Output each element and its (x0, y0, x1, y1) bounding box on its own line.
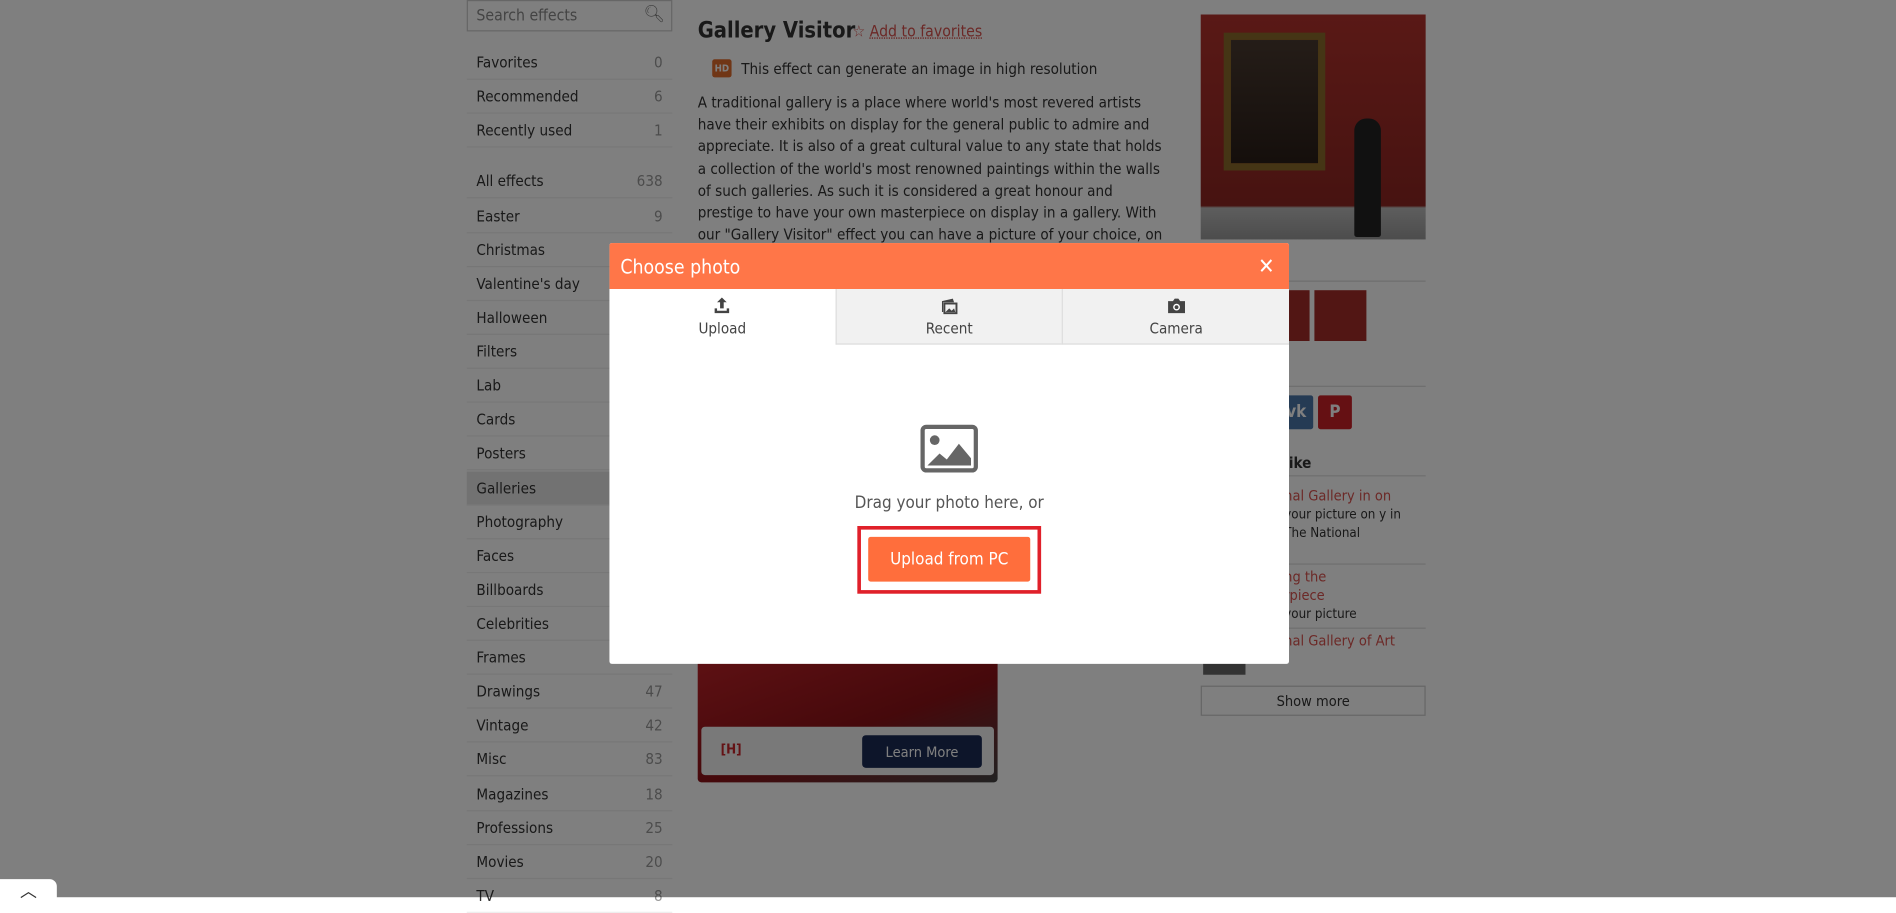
source-tabs: Upload Recent Camera (609, 288, 1290, 345)
chevron-up-icon: ︿ (19, 882, 37, 903)
image-placeholder-icon (920, 424, 978, 473)
recent-photos-icon (941, 298, 958, 314)
page: Search effects 🔍︎ Favorites0Recommended6… (0, 0, 1896, 913)
drag-drop-hint[interactable]: Drag your photo here, or (609, 493, 1289, 512)
tab-camera[interactable]: Camera (1062, 288, 1290, 345)
dialog-header: Choose photo (609, 243, 1290, 289)
tab-recent[interactable]: Recent (835, 288, 1063, 345)
tab-upload[interactable]: Upload (609, 288, 836, 345)
scroll-to-top-button[interactable]: ︿ (0, 879, 57, 904)
close-icon[interactable]: ✕ (1258, 254, 1274, 279)
dialog-title: Choose photo (620, 254, 741, 278)
camera-icon (1167, 298, 1185, 313)
tab-label: Recent (925, 318, 973, 337)
upload-from-pc-button[interactable]: Upload from PC (868, 536, 1031, 582)
choose-photo-dialog: Choose photo ✕ Upload Recent Camera Drag… (609, 243, 1290, 664)
upload-icon (715, 297, 730, 314)
tab-label: Camera (1149, 318, 1203, 337)
tab-label: Upload (698, 319, 747, 338)
